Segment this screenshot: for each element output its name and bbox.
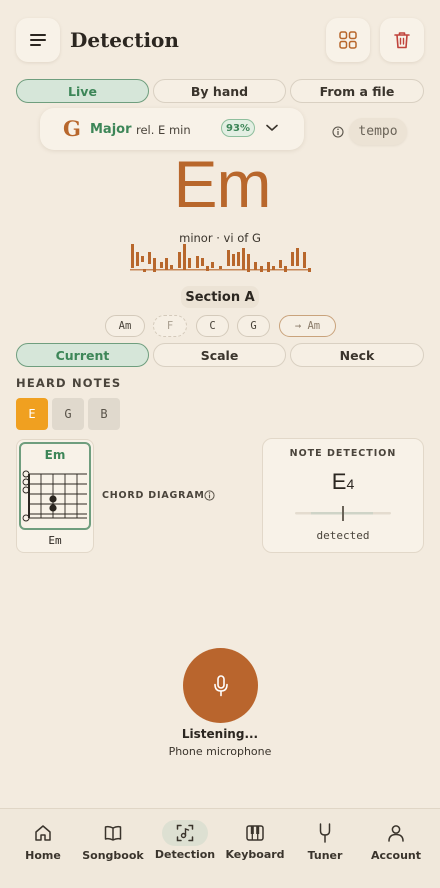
keyboard-icon xyxy=(246,825,264,841)
mode-by-hand-tab[interactable]: By hand xyxy=(153,79,286,103)
info-icon[interactable] xyxy=(332,126,344,138)
progression-chord-g[interactable]: G xyxy=(237,315,270,337)
note-detection-card: NOTE DETECTION E4 detected xyxy=(262,438,424,553)
chord-diagram-card[interactable]: Em Em xyxy=(16,439,94,553)
progression-chord-am[interactable]: Am xyxy=(105,315,145,337)
confidence-badge: 93% xyxy=(221,119,255,137)
progression-chord-f[interactable]: F xyxy=(153,315,187,337)
detected-note-octave: 4 xyxy=(346,476,355,492)
grid-icon xyxy=(339,31,357,49)
tab-current-label: Current xyxy=(55,347,110,363)
page-title: Detection xyxy=(70,28,179,52)
audio-waveform xyxy=(130,244,311,272)
chord-diagram-label: CHORD DIAGRAM xyxy=(102,490,205,501)
heard-notes-heading: HEARD NOTES xyxy=(16,376,122,390)
progression-chord-label: G xyxy=(250,320,257,332)
home-icon xyxy=(35,825,51,841)
chevron-down-icon xyxy=(266,124,278,131)
listening-status: Listening... xyxy=(181,727,259,741)
trash-icon xyxy=(394,32,410,49)
heard-note-g: G xyxy=(52,398,84,430)
mode-from-file-tab[interactable]: From a file xyxy=(290,79,424,103)
nav-tuner[interactable]: Tuner xyxy=(290,820,360,872)
nav-keyboard-label: Keyboard xyxy=(225,848,285,861)
section-badge: Section A xyxy=(181,286,259,308)
guitar-chord-diagram xyxy=(22,470,87,522)
heard-note-b: B xyxy=(88,398,120,430)
heard-note-label: G xyxy=(64,407,72,421)
info-icon[interactable] xyxy=(204,490,215,501)
detected-note-name: E xyxy=(331,469,347,494)
mode-live-label: Live xyxy=(68,83,97,99)
key-root: G xyxy=(63,116,81,141)
tab-neck-label: Neck xyxy=(339,347,375,363)
microphone-button[interactable] xyxy=(183,648,258,723)
tuning-fork-icon xyxy=(319,823,331,843)
chord-diagram-inner: Em xyxy=(19,442,91,530)
tuning-meter xyxy=(295,506,391,521)
audio-source: Phone microphone xyxy=(168,745,272,758)
tempo-label: tempo xyxy=(358,124,398,139)
grid-view-button[interactable] xyxy=(326,18,370,62)
chord-name: Em xyxy=(173,147,272,221)
nav-account-label: Account xyxy=(370,849,422,862)
progression-chord-label: C xyxy=(209,320,216,332)
nav-detection-label: Detection xyxy=(154,848,216,861)
chord-diagram-caption: Em xyxy=(48,534,62,547)
mode-by-hand-label: By hand xyxy=(190,83,249,99)
key-relative: rel. E min xyxy=(136,123,191,137)
book-icon xyxy=(104,825,122,841)
detection-status: detected xyxy=(316,529,370,542)
key-quality: Major xyxy=(90,122,132,137)
mode-live-tab[interactable]: Live xyxy=(16,79,149,103)
section-label: Section A xyxy=(185,289,255,305)
nav-tuner-label: Tuner xyxy=(307,849,343,862)
nav-songbook-label: Songbook xyxy=(82,849,144,862)
nav-songbook[interactable]: Songbook xyxy=(78,820,148,872)
chord-diagram-title: Em xyxy=(44,448,66,462)
tempo-button[interactable]: tempo xyxy=(349,118,407,145)
tab-scale-label: Scale xyxy=(200,347,239,363)
tab-neck[interactable]: Neck xyxy=(290,343,424,367)
progression-chord-label: → Am xyxy=(294,320,321,332)
progression-chord-label: Am xyxy=(118,320,132,332)
key-selector[interactable]: G Major rel. E min 93% xyxy=(40,108,304,150)
tab-scale[interactable]: Scale xyxy=(153,343,286,367)
heard-note-label: E xyxy=(28,407,36,421)
nav-detection-highlight xyxy=(162,820,208,846)
hamburger-icon xyxy=(30,34,46,46)
person-icon xyxy=(388,825,404,842)
nav-detection[interactable]: Detection xyxy=(150,820,220,872)
nav-home-label: Home xyxy=(25,849,61,862)
nav-keyboard[interactable]: Keyboard xyxy=(220,820,290,872)
heard-note-label: B xyxy=(100,407,108,421)
nav-account[interactable]: Account xyxy=(361,820,431,872)
tab-current[interactable]: Current xyxy=(16,343,149,367)
heard-note-e: E xyxy=(16,398,48,430)
microphone-icon xyxy=(213,674,228,696)
menu-button[interactable] xyxy=(16,18,60,62)
note-detection-heading: NOTE DETECTION xyxy=(289,448,397,459)
detected-note: E4 xyxy=(263,469,423,495)
progression-chord-c[interactable]: C xyxy=(196,315,229,337)
nav-home[interactable]: Home xyxy=(8,820,78,872)
mode-from-file-label: From a file xyxy=(319,83,395,99)
progression-next-chord[interactable]: → Am xyxy=(279,315,336,337)
detection-icon xyxy=(176,824,194,842)
progression-chord-label: F xyxy=(166,320,174,332)
delete-button[interactable] xyxy=(380,18,424,62)
